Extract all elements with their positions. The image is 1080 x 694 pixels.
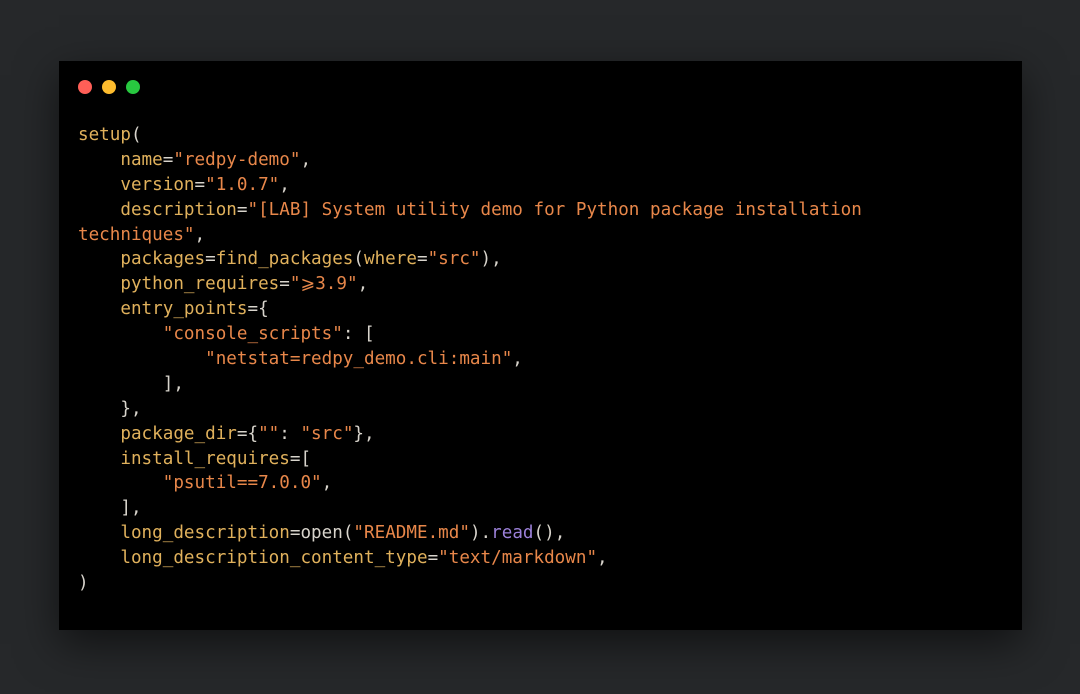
- code-token: python_requires: [78, 274, 280, 295]
- close-dot-icon[interactable]: [78, 80, 92, 94]
- code-block: setup( name="redpy-demo", version="1.0.7…: [78, 123, 862, 596]
- code-token: ],: [78, 498, 142, 519]
- code-line: install_requires=[: [78, 447, 862, 472]
- code-token: ,: [300, 149, 312, 170]
- code-token: =: [236, 199, 248, 220]
- code-token: ={: [247, 299, 269, 320]
- code-token: ={: [236, 423, 259, 444]
- code-token: version: [78, 174, 195, 195]
- code-token: "console_scripts": [162, 324, 343, 345]
- code-token: read: [491, 523, 534, 544]
- code-line: ],: [78, 496, 862, 521]
- code-line: "console_scripts": [: [78, 322, 862, 347]
- code-token: "[LAB] System utility demo for Python pa…: [247, 199, 862, 220]
- code-line: name="redpy-demo",: [78, 148, 862, 173]
- code-token: (: [130, 125, 142, 145]
- code-line: description="[LAB] System utility demo f…: [78, 198, 862, 223]
- code-line: long_description=open("README.md").read(…: [78, 521, 862, 546]
- code-token: description: [78, 199, 237, 220]
- code-token: where: [364, 249, 417, 270]
- code-line: "netstat=redpy_demo.cli:main",: [78, 347, 862, 372]
- code-token: :: [279, 423, 301, 444]
- code-token: ,: [357, 274, 369, 295]
- code-token: name: [78, 149, 163, 170]
- code-token: "src": [427, 249, 481, 270]
- code-token: =: [289, 523, 301, 544]
- code-token: ,: [194, 224, 206, 245]
- code-token: =: [205, 249, 216, 270]
- code-token: },: [78, 398, 142, 419]
- code-token: (: [353, 249, 364, 270]
- code-token: entry_points: [78, 299, 248, 320]
- code-token: packages: [78, 249, 206, 270]
- code-line: ): [78, 571, 862, 596]
- code-token: long_description_content_type: [78, 548, 428, 569]
- code-line: python_requires="⩾3.9",: [78, 272, 862, 297]
- code-line: packages=find_packages(where="src"),: [78, 247, 862, 272]
- code-token: "netstat=redpy_demo.cli:main": [205, 349, 513, 370]
- code-token: install_requires: [78, 448, 290, 469]
- code-token: =: [162, 149, 174, 170]
- code-token: ): [78, 573, 89, 594]
- code-line: setup(: [78, 123, 862, 148]
- code-line: version="1.0.7",: [78, 173, 862, 198]
- code-token: long_description: [78, 523, 290, 544]
- code-token: ,: [512, 349, 523, 370]
- zoom-dot-icon[interactable]: [126, 80, 140, 94]
- code-token: setup: [78, 125, 131, 145]
- code-token: ),: [480, 249, 502, 270]
- code-token: "redpy-demo": [173, 149, 301, 170]
- code-token: },: [353, 423, 375, 444]
- code-line: ],: [78, 372, 862, 397]
- code-token: ,: [597, 548, 608, 569]
- code-token: (),: [533, 523, 566, 544]
- code-line: entry_points={: [78, 297, 862, 322]
- code-token: techniques": [78, 224, 195, 245]
- code-token: ).: [469, 523, 492, 544]
- code-line: long_description_content_type="text/mark…: [78, 546, 862, 571]
- code-token: =[: [289, 448, 312, 469]
- code-line: techniques",: [78, 223, 862, 248]
- code-token: "⩾3.9": [289, 274, 358, 295]
- code-token: ],: [78, 373, 184, 394]
- code-token: "text/markdown": [438, 548, 598, 569]
- code-token: "": [258, 423, 280, 444]
- code-line: },: [78, 397, 862, 422]
- code-token: (: [342, 523, 354, 544]
- code-token: ,: [321, 473, 333, 494]
- code-token: "README.md": [353, 523, 470, 544]
- code-token: "1.0.7": [205, 174, 280, 195]
- code-window: setup( name="redpy-demo", version="1.0.7…: [59, 61, 1022, 630]
- minimize-dot-icon[interactable]: [102, 80, 116, 94]
- code-token: "psutil==7.0.0": [162, 473, 322, 494]
- code-line: "psutil==7.0.0",: [78, 471, 862, 496]
- code-token: package_dir: [78, 423, 237, 444]
- code-token: : [: [342, 324, 375, 345]
- code-line: package_dir={"": "src"},: [78, 422, 862, 447]
- code-token: "src": [300, 423, 354, 444]
- code-token: ,: [279, 174, 290, 195]
- window-controls: [78, 80, 140, 94]
- code-token: find_packages: [215, 249, 354, 270]
- code-token: open: [300, 523, 343, 544]
- code-token: =: [279, 274, 290, 295]
- code-token: =: [194, 174, 206, 195]
- code-token: =: [427, 548, 439, 569]
- code-token: =: [416, 249, 428, 270]
